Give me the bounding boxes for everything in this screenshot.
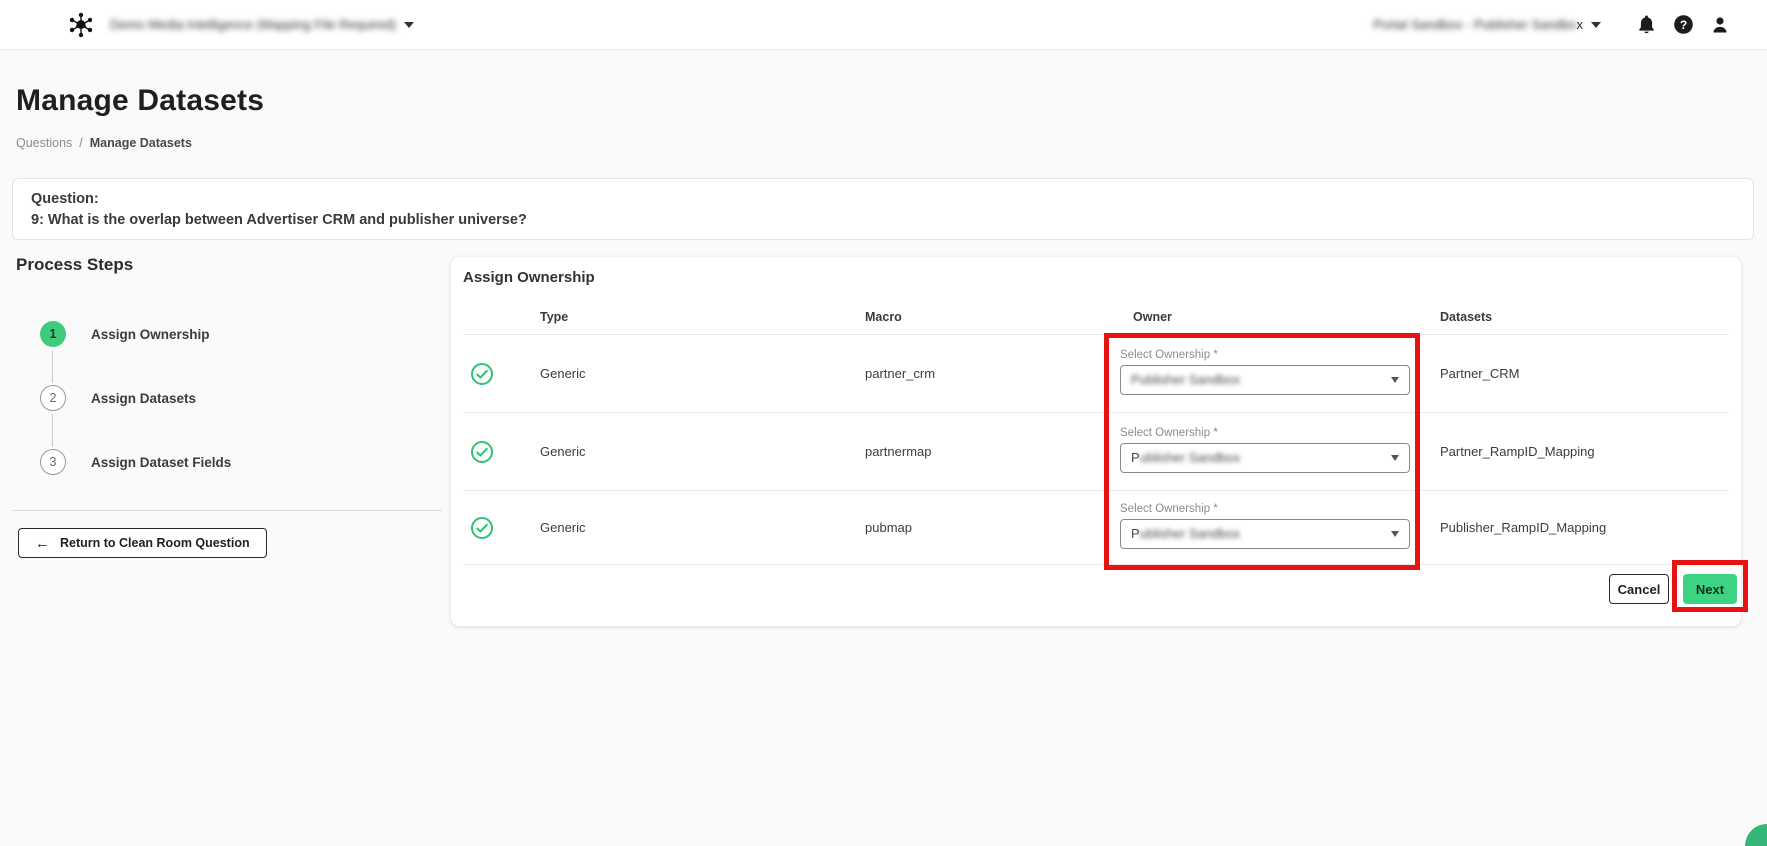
step-3-circle: 3 bbox=[40, 449, 66, 475]
check-circle-icon bbox=[470, 516, 494, 540]
step-3-label: Assign Dataset Fields bbox=[91, 454, 232, 470]
ownership-value: Publisher Sandbox bbox=[1131, 372, 1241, 387]
account-selector-value-suffix: x bbox=[1576, 17, 1584, 32]
question-text: 9: What is the overlap between Advertise… bbox=[31, 212, 527, 229]
column-header-macro: Macro bbox=[865, 309, 902, 324]
panel-footer: Cancel Next bbox=[451, 565, 1741, 604]
column-header-type: Type bbox=[540, 309, 569, 324]
question-card: Question: 9: What is the overlap between… bbox=[12, 178, 1754, 240]
row-macro: partner_crm bbox=[865, 366, 936, 381]
chevron-down-icon bbox=[1591, 21, 1601, 28]
ownership-value-prefix: P bbox=[1131, 526, 1140, 541]
return-button-label: Return to Clean Room Question bbox=[60, 536, 250, 550]
chevron-down-icon bbox=[404, 21, 415, 28]
column-header-owner: Owner bbox=[1133, 309, 1172, 324]
breadcrumb-questions-link[interactable]: Questions bbox=[16, 136, 72, 150]
select-ownership-label: Select Ownership * bbox=[1120, 426, 1218, 439]
left-panel-divider bbox=[12, 510, 442, 511]
return-to-clean-room-question-button[interactable]: ← Return to Clean Room Question bbox=[18, 528, 267, 558]
breadcrumb-separator: / bbox=[79, 136, 83, 150]
ownership-select[interactable]: Publisher Sandbox bbox=[1120, 518, 1410, 549]
row-dataset: Partner_RampID_Mapping bbox=[1440, 444, 1595, 459]
step-connector bbox=[52, 414, 53, 447]
clean-room-selector[interactable]: Demo Media Intelligence (Mapping File Re… bbox=[110, 17, 415, 32]
table-row: Generic pubmap Select Ownership * Publis… bbox=[463, 491, 1729, 565]
row-type: Generic bbox=[540, 520, 586, 535]
cancel-button[interactable]: Cancel bbox=[1609, 574, 1669, 604]
chevron-down-icon bbox=[1391, 376, 1399, 383]
next-button[interactable]: Next bbox=[1683, 574, 1737, 604]
question-label: Question: bbox=[31, 191, 99, 207]
breadcrumb-current: Manage Datasets bbox=[89, 136, 192, 150]
ownership-value: ublisher Sandbox bbox=[1139, 450, 1241, 465]
chevron-down-icon bbox=[1391, 530, 1399, 537]
molecule-logo-icon bbox=[69, 12, 93, 37]
check-circle-icon bbox=[470, 362, 494, 386]
svg-text:?: ? bbox=[1679, 18, 1686, 32]
ownership-value: ublisher Sandbox bbox=[1139, 526, 1241, 541]
check-circle-icon bbox=[470, 440, 494, 464]
select-ownership-label: Select Ownership * bbox=[1120, 502, 1218, 515]
row-dataset: Partner_CRM bbox=[1440, 366, 1520, 381]
chevron-down-icon bbox=[1391, 454, 1399, 461]
table-row: Generic partner_crm Select Ownership * P… bbox=[463, 335, 1729, 413]
notifications-bell-icon[interactable] bbox=[1635, 14, 1657, 36]
chat-widget-button[interactable] bbox=[1745, 824, 1767, 846]
panel-title: Assign Ownership bbox=[463, 269, 595, 286]
step-1-label: Assign Ownership bbox=[91, 326, 210, 342]
step-1-circle: 1 bbox=[40, 321, 66, 347]
row-dataset: Publisher_RampID_Mapping bbox=[1440, 520, 1607, 535]
row-type: Generic bbox=[540, 366, 586, 381]
step-assign-dataset-fields[interactable]: 3 Assign Dataset Fields bbox=[40, 449, 231, 475]
table-row: Generic partnermap Select Ownership * Pu… bbox=[463, 413, 1729, 491]
account-selector[interactable]: Portal Sandbox - Publisher Sandbox bbox=[1373, 17, 1601, 32]
user-account-icon[interactable] bbox=[1709, 14, 1731, 36]
column-header-datasets: Datasets bbox=[1440, 309, 1493, 324]
breadcrumb: Questions / Manage Datasets bbox=[16, 136, 192, 150]
arrow-left-icon: ← bbox=[35, 534, 50, 552]
account-selector-value: Portal Sandbox - Publisher Sandbo bbox=[1373, 17, 1577, 32]
clean-room-selector-value: Demo Media Intelligence (Mapping File Re… bbox=[110, 17, 397, 32]
ownership-select[interactable]: Publisher Sandbox bbox=[1120, 442, 1410, 473]
row-macro: pubmap bbox=[865, 520, 912, 535]
page-title: Manage Datasets bbox=[16, 84, 265, 117]
step-assign-datasets[interactable]: 2 Assign Datasets bbox=[40, 385, 196, 411]
row-type: Generic bbox=[540, 444, 586, 459]
assign-ownership-panel: Assign Ownership Type Macro Owner Datase… bbox=[451, 257, 1741, 626]
help-icon[interactable]: ? bbox=[1672, 14, 1694, 36]
select-ownership-label: Select Ownership * bbox=[1120, 348, 1218, 361]
ownership-value-prefix: P bbox=[1131, 450, 1140, 465]
table-header-row: Type Macro Owner Datasets bbox=[463, 299, 1729, 335]
process-steps-title: Process Steps bbox=[16, 255, 134, 274]
step-assign-ownership[interactable]: 1 Assign Ownership bbox=[40, 321, 210, 347]
ownership-select[interactable]: Publisher Sandbox bbox=[1120, 364, 1410, 395]
app-logo-icon[interactable] bbox=[66, 10, 96, 40]
step-2-circle: 2 bbox=[40, 385, 66, 411]
top-navigation-bar: Demo Media Intelligence (Mapping File Re… bbox=[0, 0, 1767, 50]
row-macro: partnermap bbox=[865, 444, 932, 459]
step-2-label: Assign Datasets bbox=[91, 390, 197, 406]
step-connector bbox=[52, 350, 53, 383]
